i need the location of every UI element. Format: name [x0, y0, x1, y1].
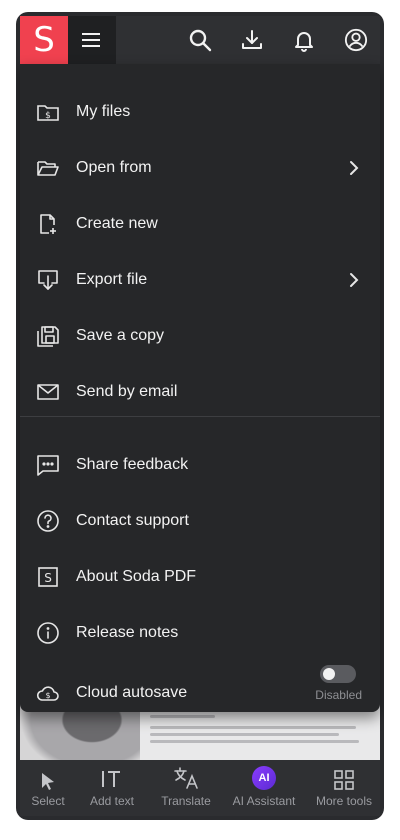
tool-add-text[interactable]: Add text — [80, 760, 144, 816]
chat-bubble-icon — [36, 453, 60, 477]
envelope-icon — [36, 380, 60, 404]
tool-translate[interactable]: Translate — [154, 760, 218, 816]
tool-more-tools[interactable]: More tools — [310, 760, 378, 816]
menu-item-about-soda-pdf[interactable]: S About Soda PDF — [20, 549, 380, 605]
tool-ai-assistant[interactable]: AI AI Assistant — [225, 760, 303, 816]
menu-item-my-files[interactable]: $ My files — [20, 84, 380, 140]
menu-item-export-file[interactable]: Export file — [20, 252, 380, 308]
svg-text:$: $ — [45, 111, 51, 121]
menu-item-label: Cloud autosave — [76, 684, 188, 701]
soda-s-icon: S — [36, 565, 60, 589]
account-icon[interactable] — [344, 28, 368, 52]
ai-assistant-icon: AI — [225, 760, 303, 790]
tool-label: Translate — [161, 794, 211, 808]
info-circle-icon — [36, 621, 60, 645]
menu-item-label: Send by email — [76, 383, 178, 400]
toggle-knob — [323, 668, 335, 680]
chevron-right-icon — [344, 270, 364, 290]
svg-text:S: S — [44, 571, 52, 585]
menu-item-label: Save a copy — [76, 327, 165, 344]
menu-item-send-by-email[interactable]: Send by email — [20, 364, 380, 420]
grid-icon — [310, 760, 378, 790]
top-bar: S — [20, 16, 380, 64]
bottom-toolbar: Select Add text Translate AI AI Assistan… — [20, 760, 380, 816]
help-circle-icon — [36, 509, 60, 533]
cloud-icon: $ — [36, 681, 60, 705]
download-icon[interactable] — [240, 28, 264, 52]
svg-text:$: $ — [45, 691, 50, 700]
tool-select[interactable]: Select — [20, 760, 76, 816]
folder-s-icon: $ — [36, 100, 60, 124]
add-text-icon — [80, 760, 144, 790]
tool-label: More tools — [315, 794, 373, 808]
menu-item-label: Release notes — [76, 624, 179, 641]
autosave-toggle[interactable] — [320, 665, 356, 683]
menu-item-label: Open from — [76, 159, 152, 176]
tool-label: AI Assistant — [232, 794, 296, 808]
cursor-arrow-icon — [20, 760, 76, 790]
search-icon[interactable] — [188, 28, 212, 52]
hamburger-menu-icon[interactable] — [68, 16, 116, 64]
new-document-icon — [36, 212, 60, 236]
menu-item-label: Share feedback — [76, 456, 189, 473]
menu-item-create-new[interactable]: Create new — [20, 196, 380, 252]
menu-item-share-feedback[interactable]: Share feedback — [20, 437, 380, 493]
menu-item-save-a-copy[interactable]: Save a copy — [20, 308, 380, 364]
menu-item-label: Export file — [76, 271, 148, 288]
menu-item-label: About Soda PDF — [76, 568, 197, 585]
tool-label: Select — [31, 794, 65, 808]
menu-item-label: Create new — [76, 215, 158, 232]
chevron-right-icon — [344, 158, 364, 178]
app-window: S $ My files Open from Create new Export… — [16, 12, 384, 820]
menu-item-contact-support[interactable]: Contact support — [20, 493, 380, 549]
bell-icon[interactable] — [292, 28, 316, 52]
menu-item-label: Contact support — [76, 512, 189, 529]
main-menu: $ My files Open from Create new Export f… — [20, 64, 380, 712]
autosave-status: Disabled — [315, 688, 362, 702]
menu-item-label: My files — [76, 103, 131, 120]
menu-item-open-from[interactable]: Open from — [20, 140, 380, 196]
menu-item-release-notes[interactable]: Release notes — [20, 605, 380, 661]
ai-badge: AI — [252, 766, 276, 790]
soda-logo[interactable]: S — [20, 16, 68, 64]
translate-icon — [154, 760, 218, 790]
tool-label: Add text — [89, 794, 135, 808]
open-folder-icon — [36, 156, 60, 180]
save-copy-icon — [36, 324, 60, 348]
export-icon — [36, 268, 60, 292]
menu-divider — [20, 416, 380, 417]
